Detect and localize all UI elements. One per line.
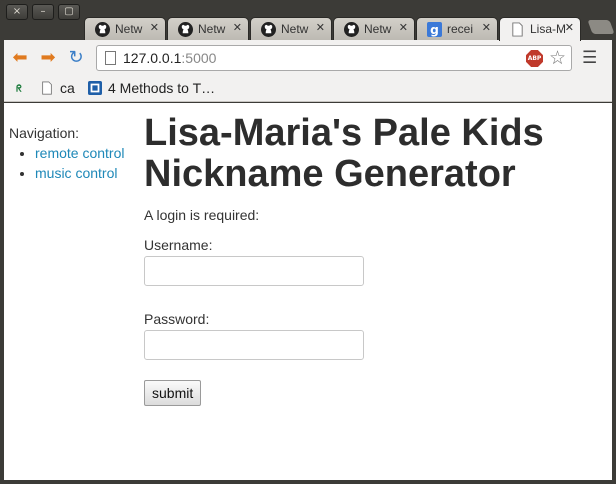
blue-square-icon [88,81,102,95]
tab-close-icon[interactable]: ✕ [399,21,408,34]
submit-button[interactable]: submit [144,380,202,406]
browser-toolbar: ⬅ ➡ ↻ 127.0.0.1:5000 ABP ☆ ☰ [4,40,612,76]
tab-network-2[interactable]: Netw ✕ [167,17,249,40]
page-icon [105,51,116,65]
url-port: :5000 [181,50,217,66]
svg-text:g: g [430,23,439,37]
window-minimize-button[interactable]: – [32,4,54,20]
tab-network-1[interactable]: Netw ✕ [84,17,166,40]
tab-close-icon[interactable]: ✕ [565,21,574,34]
tab-title: Lisa-M [530,22,567,36]
tab-strip: × – ▢ Netw ✕ Netw ✕ Netw ✕ Netw ✕ g rece… [0,0,616,41]
window-maximize-button[interactable]: ▢ [58,4,80,20]
sidebar-item-remote-control[interactable]: remote control [35,145,124,161]
navigation-label: Navigation: [9,125,80,141]
window-close-button[interactable]: × [6,4,28,20]
github-icon [95,22,110,37]
password-field[interactable] [144,330,364,360]
username-field[interactable] [144,256,364,286]
login-note: A login is required: [144,207,260,223]
bookmark-item-ca[interactable]: ca [40,80,75,96]
browser-window: × – ▢ Netw ✕ Netw ✕ Netw ✕ Netw ✕ g rece… [0,0,616,484]
address-url[interactable]: 127.0.0.1:5000 [123,50,216,66]
tab-close-icon[interactable]: ✕ [482,21,491,34]
tab-title: Netw [115,22,143,36]
bookmarks-bar: ᖇ ca 4 Methods to T… [4,76,612,102]
url-host: 127.0.0.1 [123,50,182,66]
bookmark-label: ca [60,80,75,96]
tab-network-3[interactable]: Netw ✕ [250,17,332,40]
github-icon [261,22,276,37]
svg-text:ᖇ: ᖇ [16,83,22,95]
navigation-list: remote control music control [29,143,139,183]
page-icon [512,22,523,37]
github-icon [344,22,359,37]
tab-google-search[interactable]: g recei ✕ [416,17,498,40]
sidebar-navigation: Navigation: remote control music control [9,124,139,183]
list-item: music control [35,163,139,183]
menu-icon[interactable]: ☰ [582,48,597,68]
back-arrow-icon[interactable]: ⬅ [10,48,30,68]
tab-close-icon[interactable]: ✕ [150,21,159,34]
tab-title: Netw [364,22,392,36]
tab-close-icon[interactable]: ✕ [316,21,325,34]
tab-list: Netw ✕ Netw ✕ Netw ✕ Netw ✕ g recei ✕ Li… [84,17,616,41]
tab-network-4[interactable]: Netw ✕ [333,17,415,40]
reload-icon[interactable]: ↻ [66,48,86,68]
tab-close-icon[interactable]: ✕ [233,21,242,34]
forward-arrow-icon[interactable]: ➡ [38,48,58,68]
bookmark-label: 4 Methods to T… [108,80,216,96]
bookmark-item-4-methods[interactable]: 4 Methods to T… [88,80,215,96]
password-label: Password: [144,311,210,327]
new-tab-button[interactable] [587,20,615,34]
page-content: Navigation: remote control music control… [4,103,612,480]
bookmark-star-icon[interactable]: ☆ [549,47,566,69]
tab-title: recei [447,22,474,36]
page-title: Lisa-Maria's Pale Kids Nickname Generato… [144,112,544,195]
bookmark-item-1[interactable]: ᖇ [12,80,32,96]
main-content: Lisa-Maria's Pale Kids Nickname Generato… [144,113,604,406]
sidebar-item-music-control[interactable]: music control [35,165,117,181]
tab-title: Netw [281,22,309,36]
google-icon: g [427,22,442,37]
tab-active-lisa-maria[interactable]: Lisa-M ✕ [499,17,581,41]
github-icon [178,22,193,37]
list-item: remote control [35,143,139,163]
tab-title: Netw [198,22,226,36]
bookmark-r-icon: ᖇ [16,83,22,95]
adblock-icon[interactable]: ABP [526,50,543,67]
username-label: Username: [144,237,213,253]
page-icon [42,81,52,95]
address-bar[interactable]: 127.0.0.1:5000 ABP ☆ [96,45,572,71]
